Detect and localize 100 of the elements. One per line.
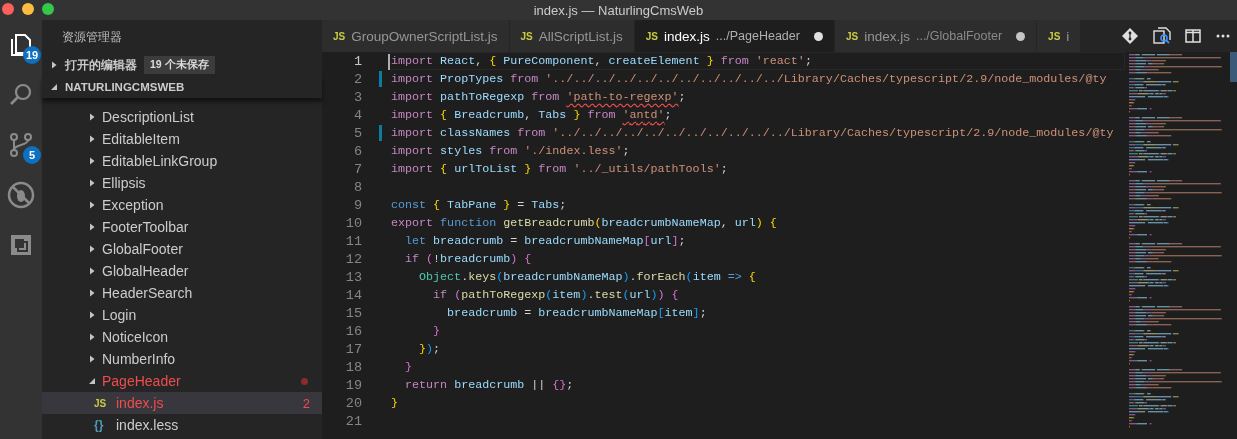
open-editors-header[interactable]: 打开的编辑器 19 个未保存 xyxy=(42,54,322,76)
line-number: 10 xyxy=(344,214,363,232)
code-line: }); xyxy=(418,342,441,356)
code-line: breadcrumb = breadcrumbNameMap[item]; xyxy=(446,306,707,320)
text-cursor xyxy=(388,54,390,70)
code-line: if (pathToRegexp(item).test(url)) { xyxy=(432,288,679,302)
count-badge: 19 xyxy=(23,46,41,64)
code-line: } xyxy=(432,324,441,338)
file-item[interactable]: {} index.less xyxy=(42,414,322,436)
line-number: 13 xyxy=(344,268,363,286)
code-line: } xyxy=(391,396,398,410)
line-number: 17 xyxy=(344,340,363,358)
line-number: 15 xyxy=(344,304,363,322)
code-line: let breadcrumb = breadcrumbNameMap[url]; xyxy=(404,234,686,248)
line-number: 7 xyxy=(352,160,363,178)
js-file-icon: JS xyxy=(645,30,659,42)
folder-item[interactable]: Ellipsis xyxy=(42,172,322,194)
js-file-icon: JS xyxy=(1048,30,1061,42)
editor-tab[interactable]: JS index.js .../PageHeader xyxy=(634,20,835,52)
code-line: import styles from './index.less'; xyxy=(391,144,630,158)
folder-item[interactable]: DescriptionList xyxy=(42,106,322,128)
caret-right-icon xyxy=(88,245,96,253)
project-header[interactable]: NATURLINGCMSWEB xyxy=(42,76,322,98)
folder-item[interactable]: NoticeIcon xyxy=(42,326,322,348)
js-file-icon: JS xyxy=(520,30,533,42)
unsaved-dot xyxy=(813,31,823,41)
count-badge: 5 xyxy=(23,146,41,164)
editor-tab[interactable]: JS index.js .../GlobalFooter xyxy=(834,20,1038,52)
zoom-icon[interactable] xyxy=(42,3,54,15)
line-number: 21 xyxy=(344,412,363,430)
git-diamond-icon[interactable] xyxy=(1122,28,1139,44)
caret-right-icon xyxy=(88,179,96,187)
split-editor-icon[interactable] xyxy=(1185,29,1202,43)
line-number: 11 xyxy=(344,232,363,250)
line-number: 6 xyxy=(352,142,363,160)
code-line: const { TabPane } = Tabs; xyxy=(391,198,567,212)
line-number: 19 xyxy=(344,376,363,394)
caret-right-icon xyxy=(88,355,96,363)
caret-right-icon xyxy=(88,289,96,297)
editor-tab[interactable]: JS i xyxy=(1037,20,1082,52)
caret-right-icon xyxy=(88,135,96,143)
folder-item[interactable]: Login xyxy=(42,304,322,326)
caret-right-icon xyxy=(88,267,96,275)
unsaved-dot xyxy=(1016,31,1026,41)
line-number: 5 xyxy=(322,124,388,142)
activity-button[interactable]: 5 xyxy=(3,128,39,162)
js-file-icon: JS xyxy=(845,30,859,42)
file-item[interactable]: JS index.js 2 xyxy=(42,392,322,414)
folder-item[interactable]: GlobalHeader xyxy=(42,260,322,282)
caret-right-icon xyxy=(88,311,96,319)
js-file-icon: JS xyxy=(333,30,346,42)
code-line: import { Breadcrumb, Tabs } from 'antd'; xyxy=(391,108,672,122)
activity-button[interactable]: 19 xyxy=(3,28,39,62)
caret-down-icon xyxy=(50,83,58,91)
close-icon[interactable] xyxy=(2,3,14,15)
code-line: } xyxy=(404,360,413,374)
caret-right-icon xyxy=(88,113,96,121)
js-file-icon: JS xyxy=(94,397,110,409)
caret-right-icon xyxy=(88,157,96,165)
unsaved-badge: 19 个未保存 xyxy=(144,56,215,74)
window-title: index.js — NaturlingCmsWeb xyxy=(533,2,704,18)
folder-item[interactable]: NumberInfo xyxy=(42,348,322,370)
caret-right-icon xyxy=(88,333,96,341)
open-changes-icon[interactable] xyxy=(1152,27,1171,45)
caret-right-icon xyxy=(50,61,58,69)
caret-right-icon xyxy=(88,223,96,231)
line-number: 18 xyxy=(344,358,363,376)
editor-tab[interactable]: JS AllScriptList.js xyxy=(509,20,635,52)
line-number: 1 xyxy=(352,52,363,70)
line-number: 9 xyxy=(352,196,363,214)
extensions-icon xyxy=(9,233,33,257)
caret-down-icon xyxy=(88,377,96,385)
code-line: import { urlToList } from '../_utils/pathTools'; xyxy=(391,162,728,176)
problem-count: 2 xyxy=(302,395,310,411)
line-number: 8 xyxy=(352,178,363,196)
error-dot xyxy=(301,377,308,385)
caret-right-icon xyxy=(88,201,96,209)
branch-icon xyxy=(8,132,34,158)
code-line: return breadcrumb || {}; xyxy=(404,378,574,392)
braces-file-icon: {} xyxy=(94,418,110,432)
folder-item[interactable]: PageHeader xyxy=(42,370,322,392)
folder-item[interactable]: FooterToolbar xyxy=(42,216,322,238)
line-number: 16 xyxy=(344,322,363,340)
editor-tab[interactable]: JS GroupOwnerScriptList.js xyxy=(322,20,510,52)
code-line: if (!breadcrumb) { xyxy=(404,252,532,266)
folder-item[interactable]: HeaderSearch xyxy=(42,282,322,304)
panel-title: 资源管理器 xyxy=(62,28,122,46)
folder-item[interactable]: Exception xyxy=(42,194,322,216)
minimize-icon[interactable] xyxy=(22,3,34,15)
line-number: 20 xyxy=(344,394,363,412)
code-line: import React, { PureComponent, createElement } from 'react'; xyxy=(391,54,812,68)
code-line: export function getBreadcrumb(breadcrumbNameMap, url) { xyxy=(391,216,777,230)
folder-item[interactable]: EditableLinkGroup xyxy=(42,150,322,172)
no-bug-icon xyxy=(6,180,36,210)
line-number: 14 xyxy=(344,286,363,304)
folder-item[interactable]: EditableItem xyxy=(42,128,322,150)
more-icon[interactable] xyxy=(1215,34,1230,38)
code-line: Object.keys(breadcrumbNameMap).forEach(item => { xyxy=(418,270,756,284)
folder-item[interactable]: GlobalFooter xyxy=(42,238,322,260)
line-number: 4 xyxy=(352,106,363,124)
